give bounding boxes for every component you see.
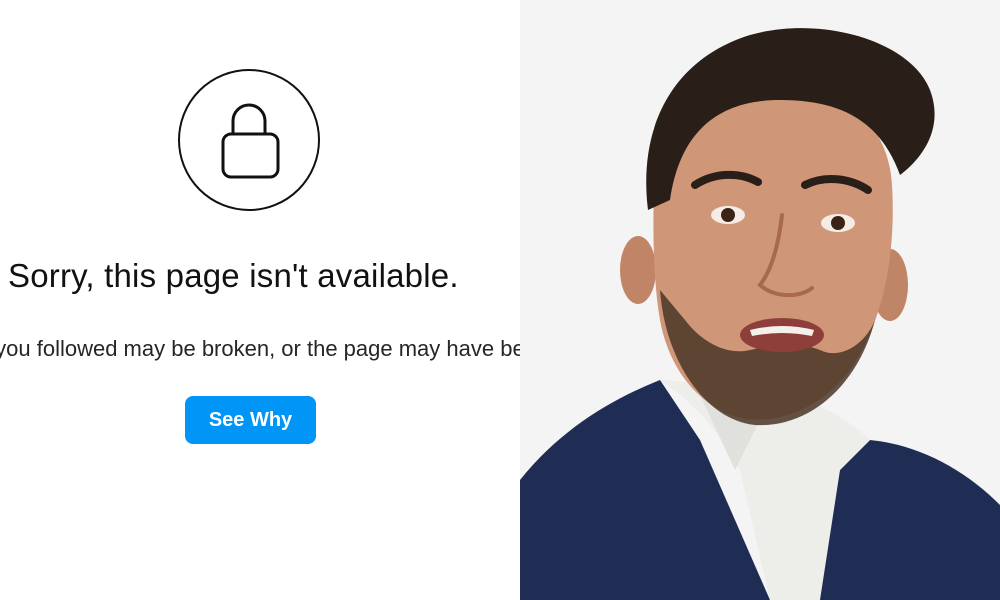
page-title: Sorry, this page isn't available. bbox=[8, 257, 459, 294]
portrait-photo bbox=[520, 0, 1000, 600]
lock-icon bbox=[178, 69, 320, 211]
composite-image: Sorry, this page isn't available. The li… bbox=[0, 0, 1000, 600]
portrait-illustration bbox=[520, 28, 1000, 600]
error-message: The link you followed may be broken, or … bbox=[0, 336, 520, 361]
see-why-button[interactable]: See Why bbox=[185, 396, 316, 444]
error-panel: Sorry, this page isn't available. The li… bbox=[0, 0, 520, 600]
